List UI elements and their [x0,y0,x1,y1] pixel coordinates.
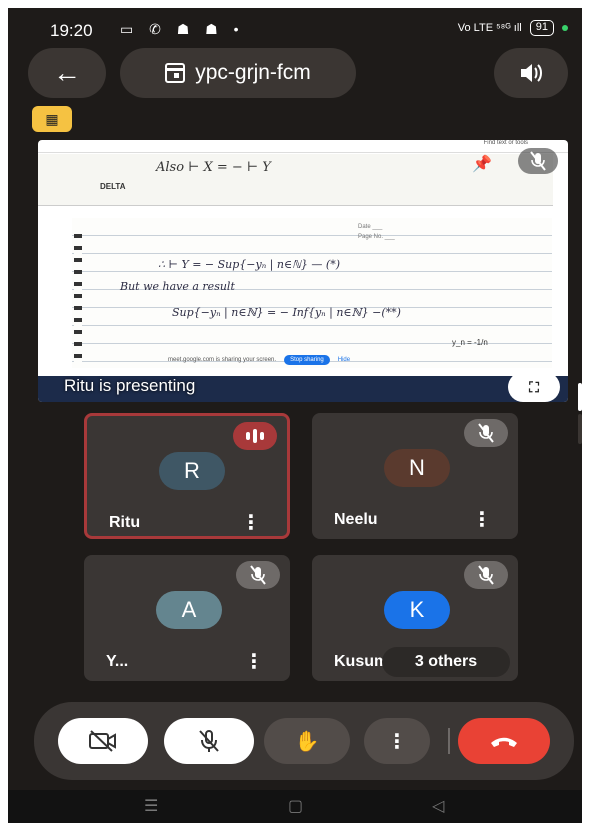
avatar: A [156,591,222,629]
camera-off-icon [89,730,116,752]
status-bar: 19:20 ▭ ✆ ☗ ☗ • Vo LTE ⁵⁸ᴳ ıll 91 [8,8,582,52]
stop-sharing-button[interactable]: Stop sharing [284,355,330,365]
fullscreen-icon: ⛶ [529,378,539,395]
meeting-code-button[interactable]: ypc-grjn-fcm [120,48,356,98]
end-call-icon [491,737,517,747]
more-options-icon[interactable]: ⋮ [244,649,264,674]
handwritten-line-top: Also ⊢ X = − ⊢ Y [156,160,271,175]
handwritten-line: Sup{−yₙ | n∈ℕ} = − Inf{yₙ | n∈ℕ} −(**) [172,306,401,319]
presenter-label: Ritu is presenting [64,376,196,395]
share-notice: meet.google.com is sharing your screen. [168,357,277,363]
more-options-icon[interactable]: ⋮ [472,507,492,532]
fullscreen-button[interactable]: ⛶ [508,372,560,402]
scrollbar-track[interactable] [578,414,582,444]
speaker-icon [521,64,542,82]
avatar: K [384,591,450,629]
call-controls: ✋ ⋮ [34,702,574,780]
privacy-dot-icon [562,25,568,31]
speaking-indicator-icon [233,422,277,450]
participant-name: Neelu [334,511,378,528]
home-icon[interactable]: ▢ [288,796,303,816]
mic-off-icon [518,148,558,174]
mic-toggle-button[interactable] [164,718,254,764]
hide-button[interactable]: Hide [338,357,350,363]
pin-icon[interactable]: 📌 [472,154,492,174]
phone-screen: 19:20 ▭ ✆ ☗ ☗ • Vo LTE ⁵⁸ᴳ ıll 91 ← ypc-… [8,8,582,823]
menu-icon[interactable]: ☰ [144,796,158,816]
mic-off-icon [464,419,508,447]
camera-toggle-button[interactable] [58,718,148,764]
raise-hand-icon: ✋ [294,730,320,753]
end-call-button[interactable] [458,718,550,764]
others-count-badge[interactable]: 3 others [382,647,510,677]
captions-off-icon[interactable]: ▦ [32,106,72,132]
scrollbar-thumb[interactable] [578,383,582,411]
mic-off-icon [199,730,219,752]
formula-note: y_n = -1/n [452,338,488,347]
date-box: Date ___ Page No. ___ [358,224,395,240]
arrow-left-icon: ← [53,57,81,88]
calendar-icon [164,63,186,83]
presentation-view[interactable]: Find text or tools Also ⊢ X = − ⊢ Y DELT… [38,140,568,402]
handwritten-line: But we have a result [120,280,235,293]
avatar: R [159,452,225,490]
system-navbar: ☰ ▢ ◁ [8,790,582,823]
battery-icon: 91 [529,20,554,36]
notebook-page: Date ___ Page No. ___ ∴ ⊢ Y = − Sup{−yₙ … [72,218,552,368]
participant-name: Ritu [109,514,141,531]
mic-off-icon [464,561,508,589]
more-options-button[interactable]: ⋮ [364,718,430,764]
back-icon[interactable]: ◁ [432,796,444,816]
meeting-code: ypc-grjn-fcm [195,61,311,84]
speaker-button[interactable] [494,48,568,98]
status-time: 19:20 [50,21,93,40]
screen-share-bar: meet.google.com is sharing your screen. … [168,353,350,367]
avatar: N [384,449,450,487]
participant-name: Kusum [334,653,389,670]
handwritten-line: ∴ ⊢ Y = − Sup{−yₙ | n∈ℕ} — (*) [158,258,340,271]
participant-tile[interactable]: N Neelu ⋮ [312,413,518,539]
back-button[interactable]: ← [28,48,106,98]
pdf-toolbar: Find text or tools [38,140,568,153]
divider [448,728,450,754]
status-right: Vo LTE ⁵⁸ᴳ ıll 91 [458,20,568,36]
spiral-binding [74,226,82,366]
participant-tile[interactable]: R Ritu ⋮ [84,413,290,539]
notebook-brand: DELTA [100,182,126,191]
network-icon: Vo LTE ⁵⁸ᴳ ıll [457,22,522,34]
mic-off-icon [236,561,280,589]
participant-tile[interactable]: A Y... ⋮ [84,555,290,681]
participant-name: Y... [106,653,129,670]
more-vertical-icon: ⋮ [387,730,407,753]
more-options-icon[interactable]: ⋮ [241,510,261,535]
notification-icons: ▭ ✆ ☗ ☗ • [120,21,245,37]
raise-hand-button[interactable]: ✋ [264,718,350,764]
participant-tile[interactable]: K Kusum 3 others [312,555,518,681]
